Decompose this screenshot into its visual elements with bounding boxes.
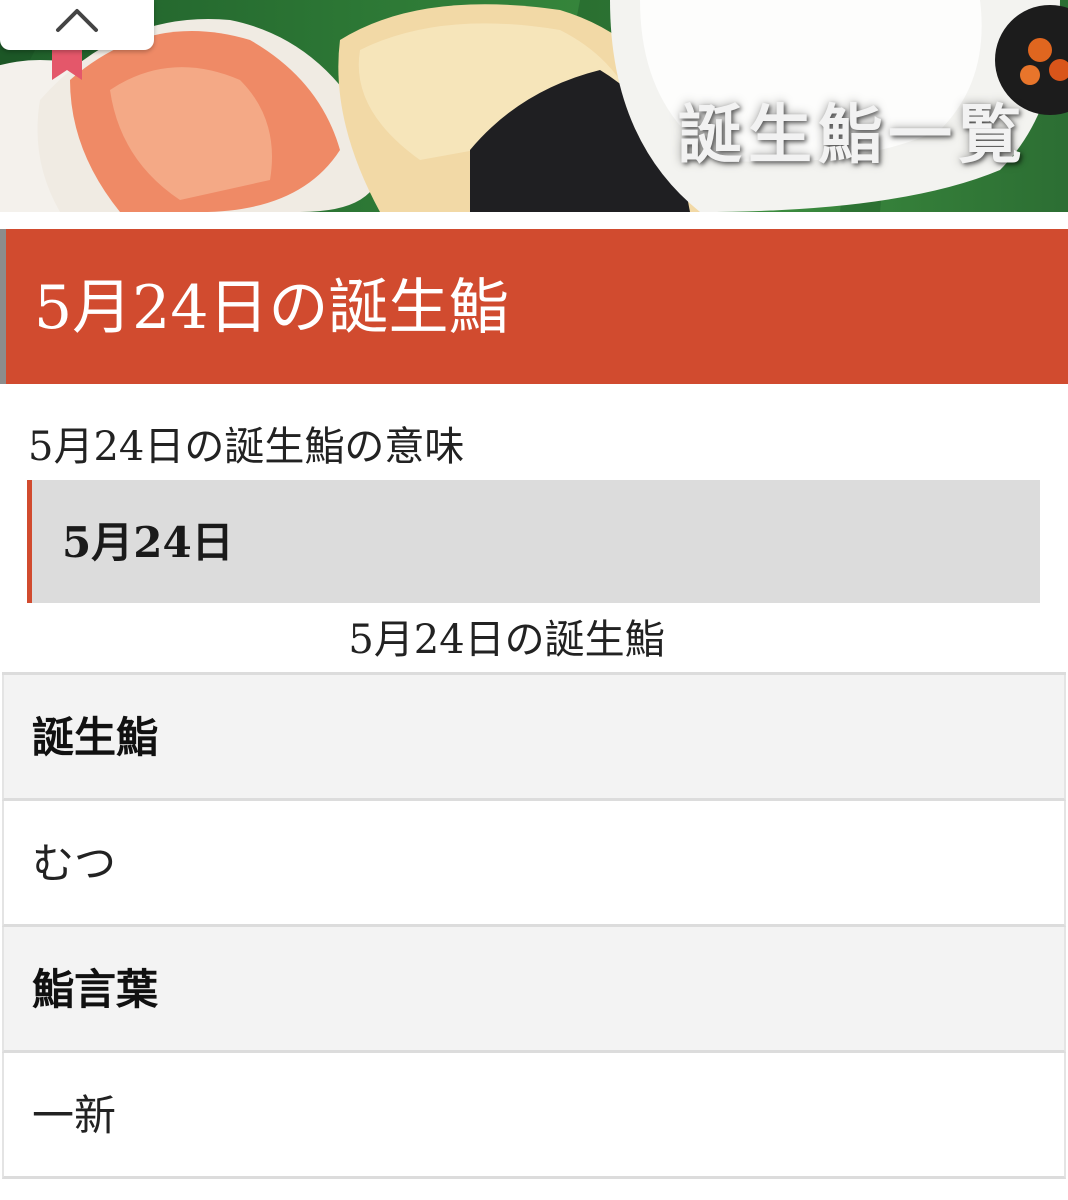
page-heading: 5月24日の誕生鮨 bbox=[0, 229, 1068, 384]
chevron-up-icon bbox=[56, 9, 98, 32]
page-title: 5月24日の誕生鮨 bbox=[34, 273, 509, 343]
table-caption: 5月24日の誕生鮨 bbox=[348, 617, 665, 663]
table-value-row: 一新 bbox=[2, 1053, 1066, 1179]
date-section-heading: 5月24日 bbox=[27, 480, 1040, 603]
sushi-words-header: 鮨言葉 bbox=[32, 965, 159, 1014]
banner-title: 誕生鮨一覧 bbox=[678, 99, 1028, 173]
table-value-row: むつ bbox=[2, 801, 1066, 927]
birthday-sushi-table: 誕生鮨 むつ 鮨言葉 一新 bbox=[2, 672, 1066, 1179]
birthday-sushi-value: むつ bbox=[32, 839, 117, 888]
back-to-top-button[interactable] bbox=[0, 0, 154, 50]
header-banner: 誕生鮨一覧 bbox=[0, 0, 1068, 212]
table-header-row: 誕生鮨 bbox=[2, 675, 1066, 801]
meaning-subtitle: 5月24日の誕生鮨の意味 bbox=[28, 424, 465, 470]
table-header-row: 鮨言葉 bbox=[2, 927, 1066, 1053]
birthday-sushi-header: 誕生鮨 bbox=[32, 713, 159, 762]
sushi-words-value: 一新 bbox=[32, 1091, 117, 1140]
date-label: 5月24日 bbox=[62, 518, 234, 567]
